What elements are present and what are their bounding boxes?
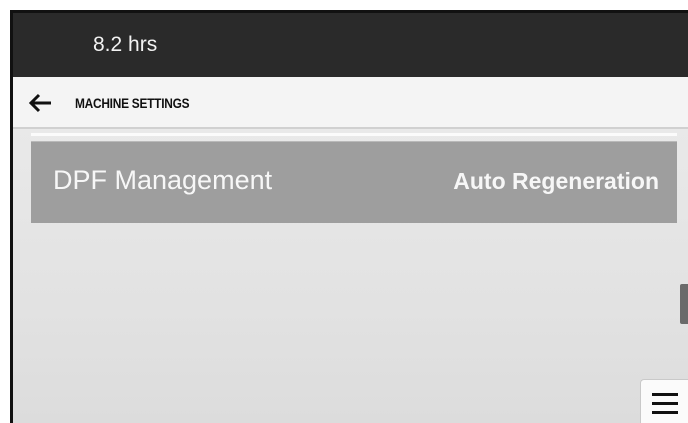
setting-label: DPF Management bbox=[53, 165, 273, 195]
scrollbar-thumb[interactable] bbox=[680, 284, 688, 324]
setting-row-dpf-management[interactable]: DPF Management Auto Regeneration bbox=[31, 141, 677, 223]
menu-button[interactable] bbox=[640, 379, 688, 423]
page-title: MACHINE SETTINGS bbox=[75, 95, 190, 111]
setting-value: Auto Regeneration bbox=[453, 168, 659, 194]
settings-list: DPF Management Auto Regeneration bbox=[13, 129, 688, 423]
hamburger-menu-icon bbox=[652, 393, 678, 414]
arrow-left-icon bbox=[28, 93, 51, 113]
app-screen: 8.2 hrs MACHINE SETTINGS DPF Management … bbox=[10, 10, 688, 423]
header-bar: MACHINE SETTINGS bbox=[13, 77, 688, 129]
divider bbox=[31, 133, 677, 136]
engine-hours: 8.2 hrs bbox=[93, 33, 158, 56]
back-button[interactable] bbox=[27, 89, 55, 117]
status-bar: 8.2 hrs bbox=[13, 13, 688, 77]
